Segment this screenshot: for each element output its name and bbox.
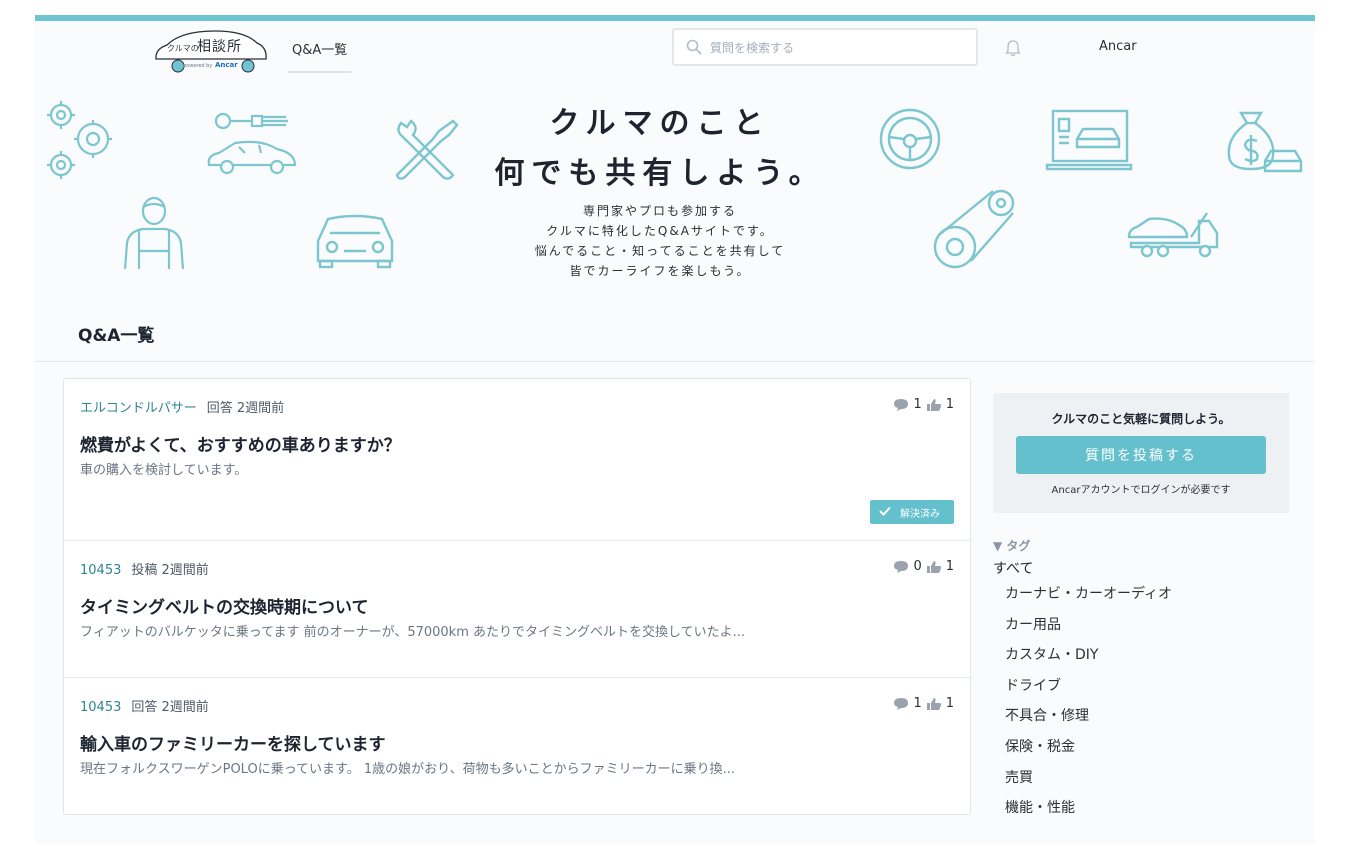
page: クルマの 相談所 powered by Ancar Q&A一覧 Ancar xyxy=(35,15,1315,844)
author-link[interactable]: 10453 xyxy=(80,700,121,715)
tag-item[interactable]: 機能・性能 xyxy=(1005,796,1172,827)
thumbs-up-icon xyxy=(926,398,941,411)
question-meta: エルコンドルパサー 回答 2週間前 xyxy=(80,397,284,416)
money-bag-car-icon xyxy=(1227,111,1303,173)
question-meta: 10453 投稿 2週間前 xyxy=(80,559,209,578)
post-question-button[interactable]: 質問を投稿する xyxy=(1016,436,1266,474)
tag-item[interactable]: カスタム・DIY xyxy=(1005,643,1172,674)
question-card[interactable]: エルコンドルパサー 回答 2週間前 1 1 燃費がよくて、おすすめの車ありますか？… xyxy=(64,379,970,541)
hero-lead-line: 専門家やプロも参加する xyxy=(582,204,737,218)
question-card[interactable]: 10453 回答 2週間前 1 1 輸入車のファミリーカーを探しています 現在フォ… xyxy=(64,678,970,814)
logo-brand-text: Ancar xyxy=(215,61,238,69)
logo-main-text: 相談所 xyxy=(197,39,242,55)
search-input[interactable] xyxy=(710,38,970,58)
question-counts: 0 1 xyxy=(893,559,954,574)
question-title[interactable]: 燃費がよくて、おすすめの車ありますか？ xyxy=(80,431,401,456)
tow-truck-icon xyxy=(1127,212,1219,258)
car-front-icon xyxy=(316,214,394,269)
thumbs-up-icon xyxy=(926,697,941,710)
author-link[interactable]: 10453 xyxy=(80,563,121,578)
question-excerpt: フィアットのバルケッタに乗ってます 前のオーナーが、57000km あたりでタイ… xyxy=(80,625,745,640)
question-card[interactable]: 10453 投稿 2週間前 0 1 タイミングベルトの交換時期について フィアット… xyxy=(64,541,970,678)
question-counts: 1 1 xyxy=(893,397,954,412)
resolved-label: 解決済み xyxy=(900,509,940,520)
tag-item[interactable]: 保険・税金 xyxy=(1005,735,1172,766)
action-label: 投稿 xyxy=(131,563,158,578)
like-count: 1 xyxy=(945,559,954,574)
logo-small-text: クルマの xyxy=(167,44,199,53)
tag-item[interactable]: 不具合・修理 xyxy=(1005,704,1172,735)
tag-all[interactable]: すべて xyxy=(993,558,1033,578)
check-icon xyxy=(879,506,891,516)
tag-item[interactable]: ドライブ xyxy=(1005,674,1172,705)
crossed-tools-icon xyxy=(395,119,459,180)
resolved-badge: 解決済み xyxy=(870,500,954,524)
logo-powered-text: powered by xyxy=(183,63,213,69)
ask-question-box: クルマのこと気軽に質問しよう。 質問を投稿する Ancarアカウントでログインが… xyxy=(993,393,1289,513)
wrench-brush-icon xyxy=(214,112,288,130)
hero-title-line: 何でも共有しよう。 xyxy=(494,156,826,191)
nav-qa-list[interactable]: Q&A一覧 xyxy=(288,21,352,73)
question-counts: 1 1 xyxy=(893,696,954,711)
gears-icon xyxy=(47,101,112,179)
search-box[interactable] xyxy=(672,28,978,66)
header: クルマの 相談所 powered by Ancar Q&A一覧 Ancar xyxy=(35,21,1315,85)
thumbs-up-icon xyxy=(926,560,941,573)
like-count: 1 xyxy=(945,696,954,711)
user-menu[interactable]: Ancar xyxy=(1099,39,1137,54)
action-label: 回答 xyxy=(131,700,158,715)
hero-lead-line: クルマに特化したQ&Aサイトです。 xyxy=(546,224,774,238)
comment-icon xyxy=(894,398,909,411)
tag-item[interactable]: 売買 xyxy=(1005,766,1172,797)
comment-icon xyxy=(894,560,909,573)
question-list: エルコンドルパサー 回答 2週間前 1 1 燃費がよくて、おすすめの車ありますか？… xyxy=(63,378,971,815)
tag-item[interactable]: カー用品 xyxy=(1005,613,1172,644)
question-title[interactable]: 輸入車のファミリーカーを探しています xyxy=(80,730,386,755)
hero-title-line: クルマのこと xyxy=(549,106,771,141)
tags-heading[interactable]: ▼ タグ xyxy=(993,537,1030,554)
question-title[interactable]: タイミングベルトの交換時期について xyxy=(80,593,369,618)
laptop-car-icon xyxy=(1045,109,1133,171)
like-count: 1 xyxy=(945,397,954,412)
site-logo[interactable]: クルマの 相談所 powered by Ancar xyxy=(153,27,269,75)
action-label: 回答 xyxy=(206,401,233,416)
ask-question-cta: クルマのこと気軽に質問しよう。 xyxy=(1051,412,1231,426)
author-link[interactable]: エルコンドルパサー xyxy=(80,401,197,416)
question-excerpt: 車の購入を検討しています。 xyxy=(80,463,248,478)
tag-item[interactable]: カーナビ・カーオーディオ xyxy=(1005,582,1172,613)
comment-count: 1 xyxy=(913,397,922,412)
time-label: 2週間前 xyxy=(236,401,285,416)
mechanic-icon xyxy=(123,196,185,270)
hero-banner: クルマのこと 何でも共有しよう。 専門家やプロも参加する クルマに特化したQ&A… xyxy=(35,85,1315,315)
section-title: Q&A一覧 xyxy=(78,326,155,346)
hero-lead-line: 悩んでること・知ってることを共有して xyxy=(534,244,786,258)
comment-count: 1 xyxy=(913,696,922,711)
login-note: Ancarアカウントでログインが必要です xyxy=(1051,485,1231,496)
question-excerpt: 現在フォルクスワーゲンPOLOに乗っています。 1歳の娘がおり、荷物も多いことか… xyxy=(80,762,736,777)
steering-wheel-icon xyxy=(879,108,941,170)
tag-list: カーナビ・カーオーディオ カー用品 カスタム・DIY ドライブ 不具合・修理 保… xyxy=(1005,582,1172,827)
bell-icon[interactable] xyxy=(1003,38,1023,58)
timing-belt-icon xyxy=(933,189,1015,269)
section-divider xyxy=(35,361,1315,362)
sports-car-icon xyxy=(207,140,297,175)
search-icon xyxy=(686,39,702,55)
time-label: 2週間前 xyxy=(161,563,209,578)
comment-count: 0 xyxy=(913,559,922,574)
hero-lead: 専門家やプロも参加する クルマに特化したQ&Aサイトです。 悩んでること・知って… xyxy=(475,201,845,281)
time-label: 2週間前 xyxy=(161,700,209,715)
comment-icon xyxy=(894,697,909,710)
question-meta: 10453 回答 2週間前 xyxy=(80,696,209,715)
hero-title: クルマのこと 何でも共有しよう。 xyxy=(475,99,845,199)
hero-lead-line: 皆でカーライフを楽しもう。 xyxy=(569,264,751,278)
